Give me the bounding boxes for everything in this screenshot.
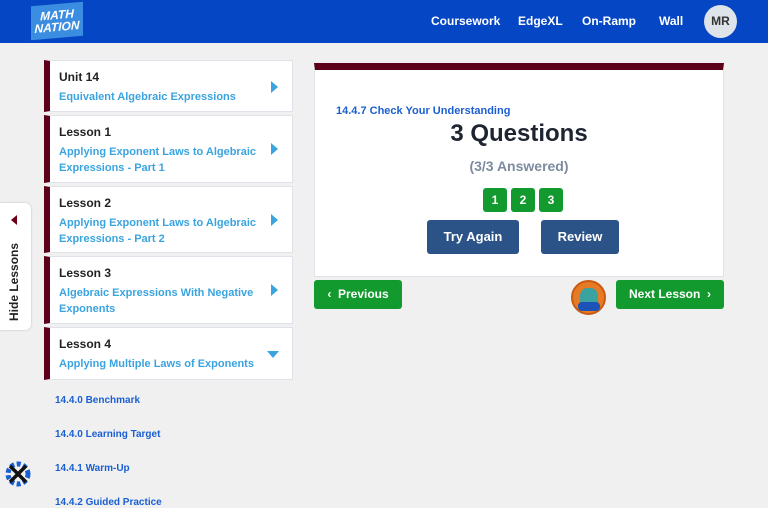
- nav-on-ramp[interactable]: On-Ramp: [582, 14, 636, 28]
- card-title: Lesson 4: [59, 337, 112, 351]
- card-subtitle: Equivalent Algebraic Expressions: [59, 91, 236, 103]
- lesson-card[interactable]: Lesson 3 Algebraic Expressions With Nega…: [44, 256, 293, 324]
- chevron-right-icon: ›: [700, 287, 712, 301]
- card-subtitle: Algebraic Expressions With Negative Expo…: [59, 287, 254, 315]
- nav-edgexl[interactable]: EdgeXL: [518, 14, 563, 28]
- nav-coursework[interactable]: Coursework: [431, 14, 500, 28]
- top-bar: MATH NATION Coursework EdgeXL On-Ramp Wal…: [0, 0, 768, 43]
- card-title: Lesson 3: [59, 266, 112, 280]
- section-link[interactable]: 14.4.0 Learning Target: [55, 429, 160, 440]
- chevron-right-icon: [271, 81, 278, 93]
- settings-tools-icon[interactable]: [4, 460, 32, 488]
- section-link[interactable]: 14.4.1 Warm-Up: [55, 463, 130, 474]
- section-title: 14.4.7 Check Your Understanding: [336, 105, 511, 117]
- previous-button[interactable]: ‹ Previous: [314, 280, 402, 309]
- card-title: Lesson 2: [59, 196, 112, 210]
- lesson-card[interactable]: Lesson 2 Applying Exponent Laws to Algeb…: [44, 186, 293, 253]
- mascot-avatar[interactable]: [571, 280, 606, 315]
- lesson-card[interactable]: Lesson 1 Applying Exponent Laws to Algeb…: [44, 115, 293, 183]
- review-button[interactable]: Review: [541, 220, 619, 254]
- chevron-right-icon: [271, 284, 278, 296]
- unit-card[interactable]: Unit 14 Equivalent Algebraic Expressions: [44, 60, 293, 112]
- hide-lessons-label: Hide Lessons: [7, 242, 21, 321]
- card-title: Unit 14: [59, 70, 100, 84]
- math-nation-logo[interactable]: MATH NATION: [31, 1, 83, 41]
- next-lesson-label: Next Lesson: [628, 287, 701, 301]
- card-subtitle: Applying Exponent Laws to Algebraic Expr…: [59, 217, 257, 245]
- lesson-card-expanded[interactable]: Lesson 4 Applying Multiple Laws of Expon…: [44, 327, 293, 380]
- hide-lessons-button[interactable]: Hide Lessons: [0, 203, 31, 330]
- chevron-down-icon: [267, 351, 279, 358]
- previous-label: Previous: [337, 287, 389, 301]
- card-subtitle: Applying Multiple Laws of Exponents: [59, 358, 254, 370]
- question-3-button[interactable]: 3: [539, 188, 563, 212]
- card-subtitle: Applying Exponent Laws to Algebraic Expr…: [59, 146, 257, 174]
- nav-wall[interactable]: Wall: [659, 14, 683, 28]
- chevron-left-icon: ‹: [327, 287, 338, 301]
- avatar[interactable]: MR: [704, 5, 737, 38]
- questions-heading: 3 Questions: [450, 120, 588, 147]
- question-1-button[interactable]: 1: [483, 188, 507, 212]
- quiz-panel: 14.4.7 Check Your Understanding 3 Questi…: [314, 63, 724, 277]
- answered-status: (3/3 Answered): [469, 158, 569, 174]
- caret-left-icon: [11, 215, 17, 225]
- try-again-button[interactable]: Try Again: [427, 220, 519, 254]
- section-link[interactable]: 14.4.0 Benchmark: [55, 395, 140, 406]
- question-2-button[interactable]: 2: [511, 188, 535, 212]
- next-lesson-button[interactable]: Next Lesson ›: [616, 280, 724, 309]
- chevron-right-icon: [271, 214, 278, 226]
- card-title: Lesson 1: [59, 125, 112, 139]
- chevron-right-icon: [271, 143, 278, 155]
